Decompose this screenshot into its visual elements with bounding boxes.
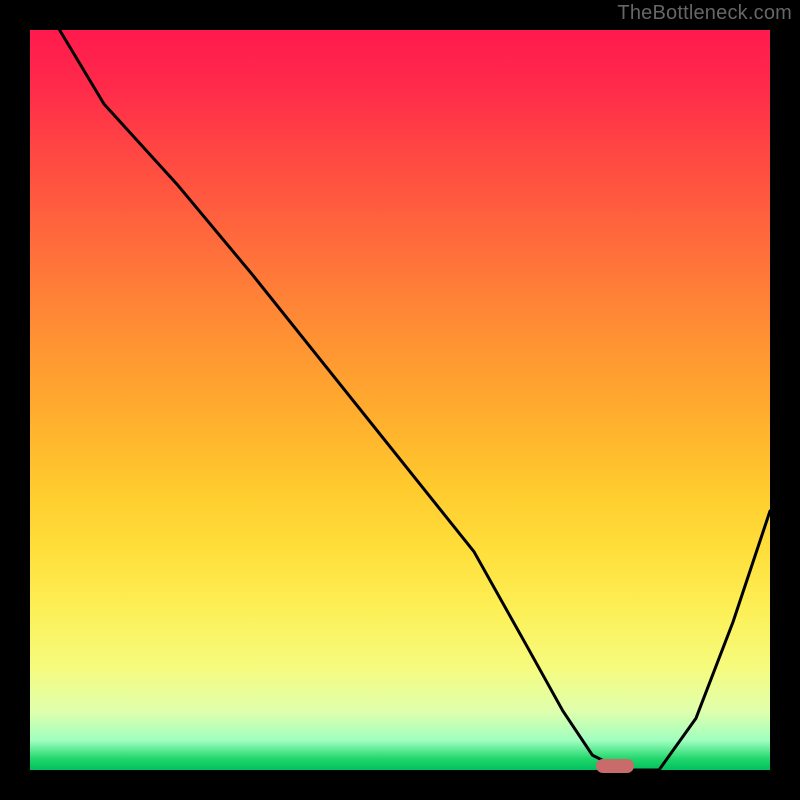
optimal-point-marker xyxy=(596,759,634,773)
chart-frame: TheBottleneck.com xyxy=(0,0,800,800)
watermark-text: TheBottleneck.com xyxy=(617,2,792,25)
bottleneck-curve-svg xyxy=(30,30,770,770)
bottleneck-curve-path xyxy=(60,30,770,770)
